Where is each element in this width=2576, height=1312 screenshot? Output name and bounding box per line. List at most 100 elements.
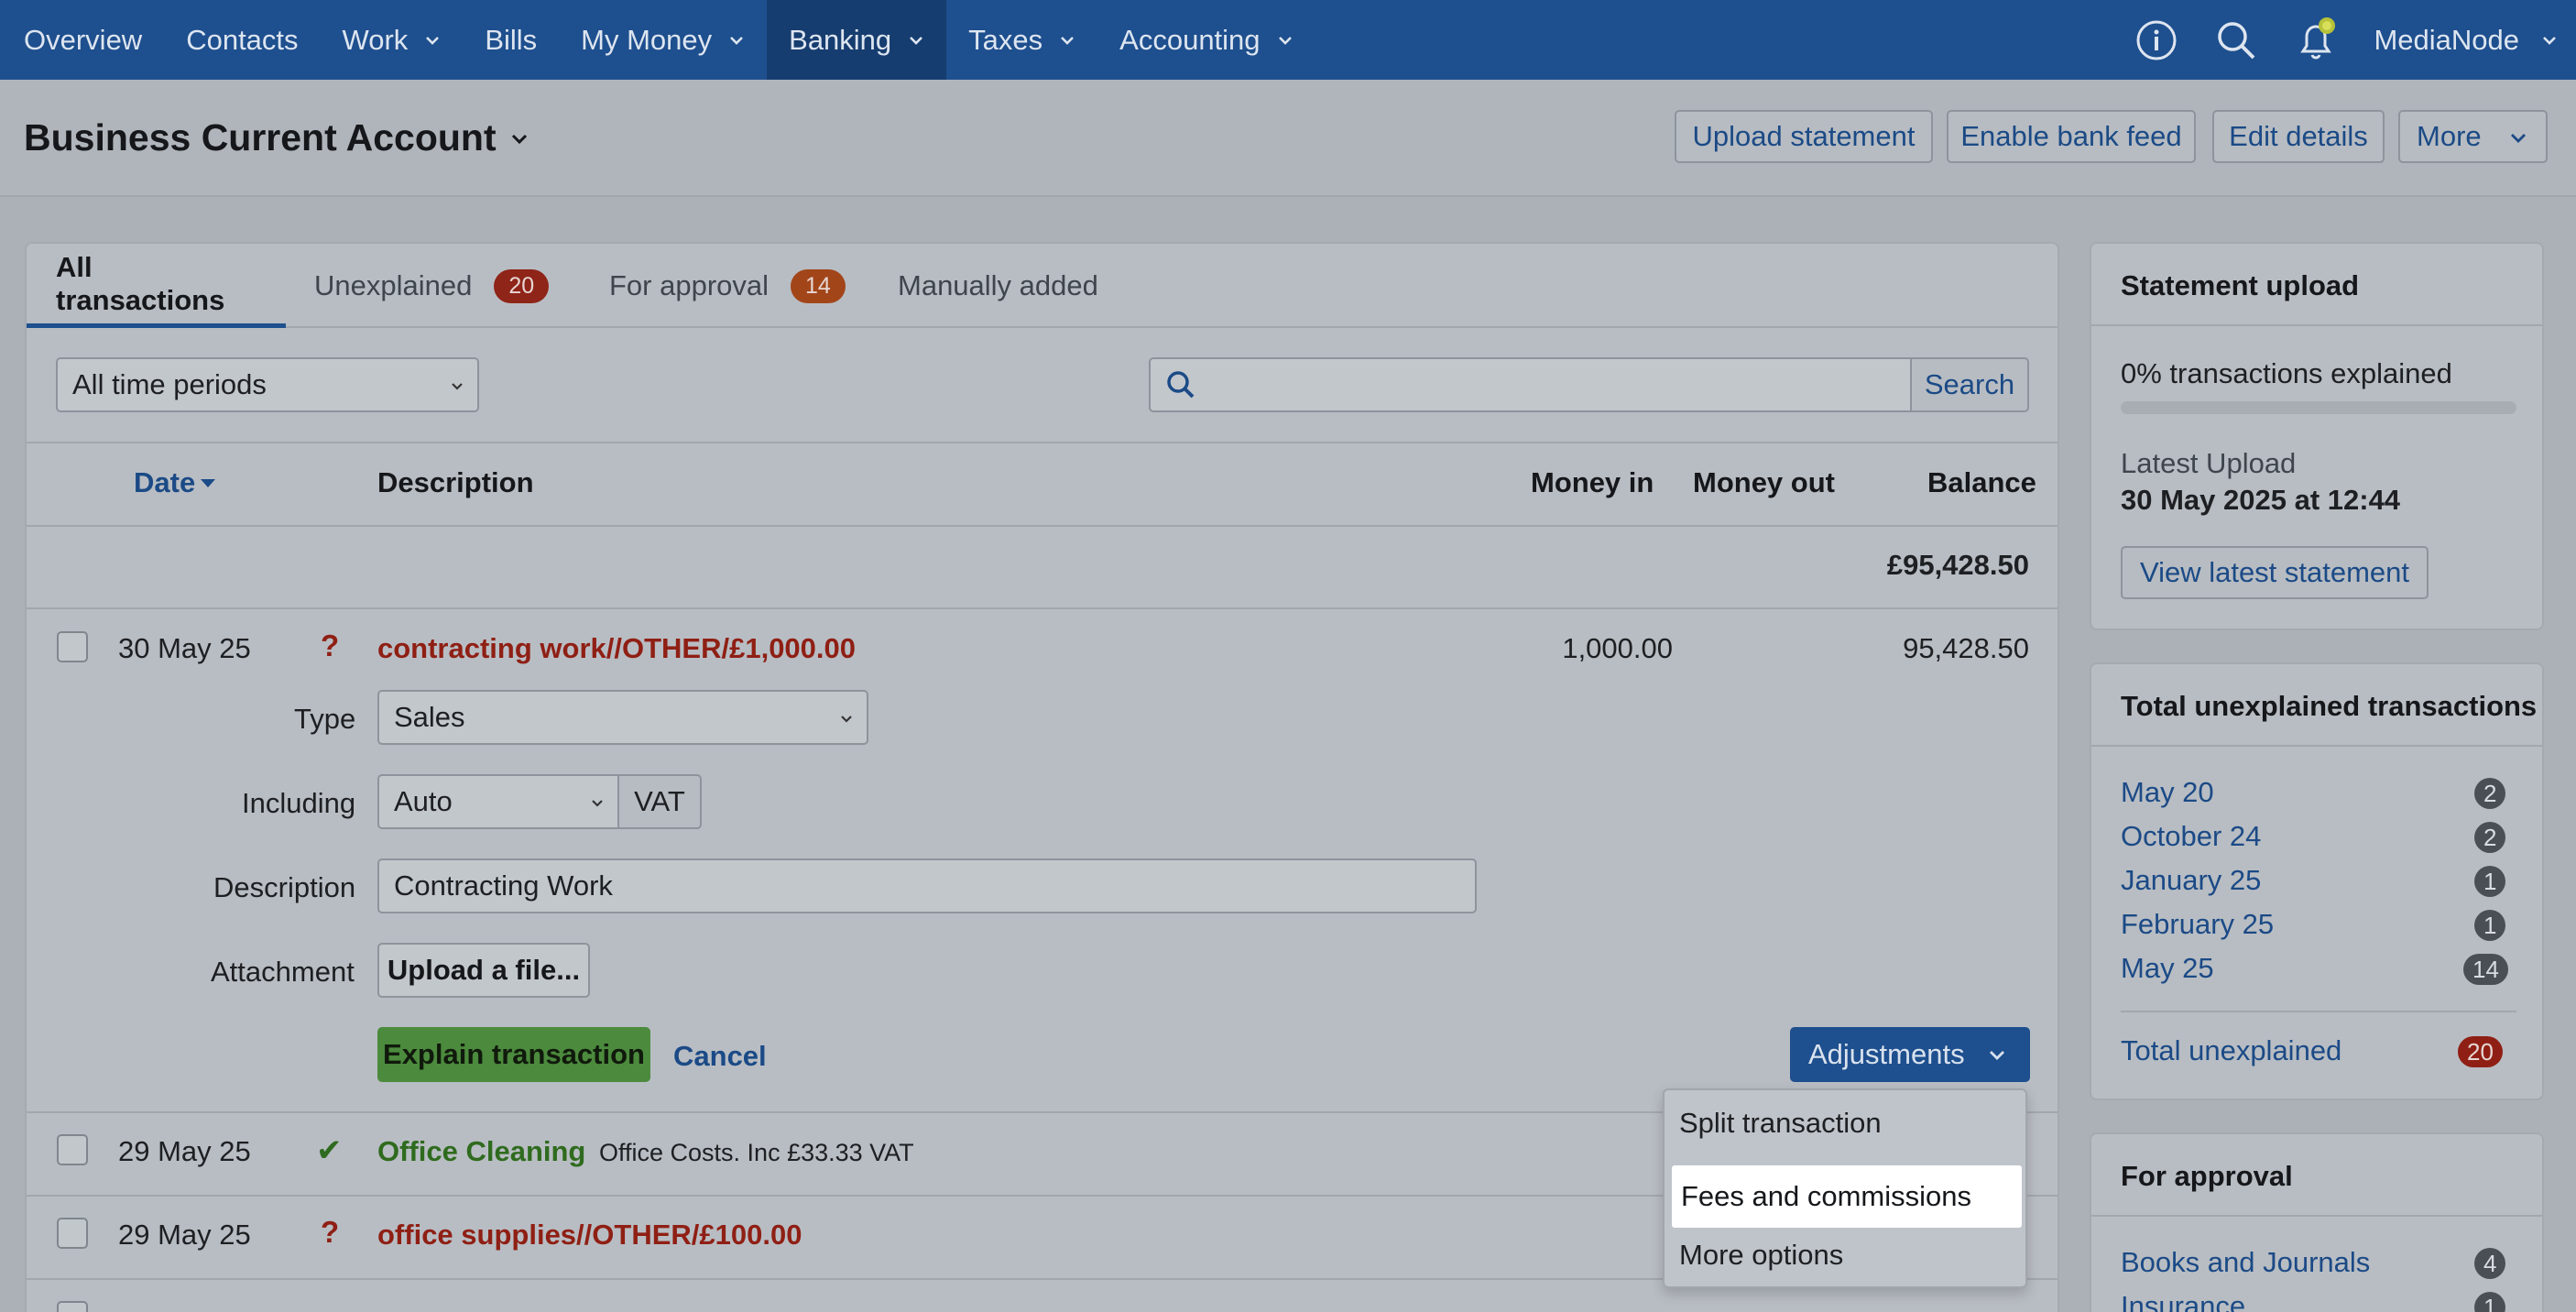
money-in-column-header: Money in [1531,466,1654,498]
page-title: Business Current Account [24,116,497,159]
chevron-down-icon [910,36,923,45]
row-checkbox[interactable] [57,1301,88,1312]
for-approval-panel: For approval Books and Journals 4 Insura… [2090,1132,2544,1312]
count-badge: 1 [2474,866,2506,897]
date-column-header[interactable]: Date [134,466,217,499]
upload-statement-button[interactable]: Upload statement [1675,110,1933,163]
latest-upload-label: Latest Upload [2121,447,2297,479]
view-latest-statement-button[interactable]: View latest statement [2121,546,2429,599]
transaction-detail: Office Costs. Inc £33.33 VAT [599,1139,914,1166]
transaction-description-link[interactable]: Office Cleaning [377,1135,585,1167]
tab-all-transactions[interactable]: All transactions [27,244,286,328]
column-label: Date [134,466,196,498]
upload-file-button[interactable]: Upload a file... [377,943,590,998]
chevron-down-icon [511,134,527,144]
unexplained-status-icon: ? [321,629,340,662]
chevron-down-icon [592,800,603,807]
transaction-description[interactable]: Office Cleaning Office Costs. Inc £33.33… [377,1135,914,1168]
adjustments-button[interactable]: Adjustments [1790,1027,2030,1082]
chevron-down-icon [730,36,744,45]
menu-item-fees-and-commissions[interactable]: Fees and commissions [1672,1165,2022,1228]
nav-label: Accounting [1119,23,1261,56]
row-checkbox[interactable] [57,631,88,662]
period-select[interactable]: All time periods [56,357,479,412]
tab-label: For approval [609,269,770,301]
cancel-link[interactable]: Cancel [673,1040,767,1073]
nav-label: Taxes [968,23,1043,56]
chevron-down-icon [2511,134,2526,143]
button-label: Search [1924,368,2015,400]
tab-label: Manually added [898,269,1098,301]
nav-bills[interactable]: Bills [463,0,559,80]
tab-for-approval[interactable]: For approval 14 [609,244,846,328]
including-select[interactable]: Auto [377,774,619,829]
search-input[interactable] [1149,357,1912,412]
unexplained-panel: Total unexplained transactions May 20 2 … [2090,662,2544,1100]
bell-icon[interactable] [2276,0,2355,80]
latest-upload-value: 30 May 2025 at 12:44 [2121,484,2401,516]
unexplained-month-link[interactable]: January 25 [2121,864,2261,897]
more-button[interactable]: More [2398,110,2548,163]
unexplained-month-link[interactable]: February 25 [2121,908,2274,941]
approval-category-link[interactable]: Insurance [2121,1290,2245,1312]
statement-upload-panel: Statement upload 0% transactions explain… [2090,242,2544,630]
nav-my-money[interactable]: My Money [559,0,767,80]
chevron-down-icon [452,383,463,390]
tab-label: Unexplained [314,269,473,301]
tab-manually-added[interactable]: Manually added [898,244,1098,328]
nav-accounting[interactable]: Accounting [1097,0,1315,80]
tab-label: All transactions [56,250,225,316]
including-label: Including [242,787,356,819]
transaction-description-link[interactable]: office supplies//OTHER/£100.00 [377,1219,802,1252]
user-menu[interactable]: MediaNode [2355,24,2576,57]
balance-value: 95,428.50 [1903,632,2029,664]
unexplained-month-link[interactable]: October 24 [2121,820,2261,853]
total-unexplained-link[interactable]: Total unexplained [2121,1034,2341,1067]
attachment-label: Attachment [211,956,355,988]
account-selector[interactable]: Business Current Account [24,116,529,159]
approval-category-link[interactable]: Books and Journals [2121,1246,2370,1279]
count-badge: 1 [2474,910,2506,941]
edit-details-button[interactable]: Edit details [2212,110,2385,163]
row-checkbox[interactable] [57,1218,88,1249]
menu-item-more-options[interactable]: More options [1679,1239,1843,1272]
nav-banking[interactable]: Banking [767,0,947,80]
vat-label: VAT [634,785,685,817]
chevron-down-icon [426,36,440,45]
explained-check-icon: ✔ [316,1133,343,1168]
sort-down-icon [201,479,216,487]
row-checkbox[interactable] [57,1134,88,1165]
enable-bank-feed-button[interactable]: Enable bank feed [1947,110,2196,163]
nav-taxes[interactable]: Taxes [946,0,1097,80]
search-button[interactable]: Search [1910,357,2029,412]
count-badge: 20 [494,268,550,303]
explained-percentage: 0% transactions explained [2121,357,2452,389]
explain-transaction-button[interactable]: Explain transaction [377,1027,650,1082]
transaction-date: 30 May 25 [118,632,251,664]
adjustments-menu: Split transaction Fees and commissions M… [1663,1088,2027,1288]
select-value: Sales [394,701,465,733]
button-label: Adjustments [1808,1038,1965,1070]
nav-label: Overview [24,23,143,56]
button-label: Explain transaction [383,1038,645,1070]
divider [27,442,2058,443]
nav-work[interactable]: Work [321,0,464,80]
transaction-tabs: All transactions Unexplained 20 For appro… [27,244,2058,328]
description-input[interactable]: Contracting Work [377,858,1477,913]
description-label: Description [213,871,356,903]
panel-title: Statement upload [2121,269,2360,301]
type-select[interactable]: Sales [377,690,868,745]
unexplained-month-link[interactable]: May 20 [2121,776,2214,809]
nav-overview[interactable]: Overview [0,0,164,80]
transaction-date: 29 May 25 [118,1219,251,1251]
menu-item-split-transaction[interactable]: Split transaction [1679,1107,1882,1140]
unexplained-month-link[interactable]: May 25 [2121,952,2214,985]
explained-progress-bar [2121,401,2516,414]
chevron-down-icon [1278,36,1292,45]
transaction-description-link[interactable]: contracting work//OTHER/£1,000.00 [377,632,856,665]
info-icon[interactable] [2116,0,2196,80]
tab-unexplained[interactable]: Unexplained 20 [314,244,550,328]
search-icon[interactable] [2196,0,2276,80]
vat-addon: VAT [617,774,702,829]
nav-contacts[interactable]: Contacts [164,0,320,80]
